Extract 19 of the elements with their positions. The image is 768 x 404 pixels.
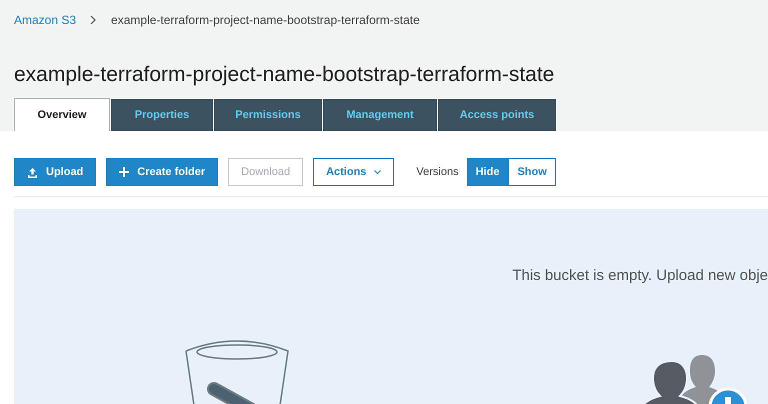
- plus-icon: [119, 167, 130, 177]
- upload-button[interactable]: Upload: [14, 158, 96, 186]
- versions-label: Versions: [416, 166, 459, 178]
- breadcrumb-current: example-terraform-project-name-bootstrap-terraform-state: [111, 13, 420, 27]
- chevron-right-icon: [90, 15, 98, 25]
- upload-icon: [27, 166, 38, 178]
- breadcrumb-link[interactable]: Amazon S3: [14, 13, 76, 27]
- create-folder-button[interactable]: Create folder: [106, 158, 218, 186]
- tab[interactable]: Overview: [14, 98, 110, 131]
- actions-dropdown-button[interactable]: Actions: [313, 158, 394, 186]
- empty-message: This bucket is empty. Upload new obje: [512, 267, 768, 284]
- toggle-option[interactable]: Hide: [466, 158, 508, 186]
- tab[interactable]: Management: [323, 99, 437, 131]
- caret-icon: [374, 170, 382, 174]
- tab[interactable]: Permissions: [214, 99, 322, 131]
- bucket-title: example-terraform-project-name-bootstrap-terraform-state: [14, 62, 554, 88]
- toggle-option[interactable]: Show: [508, 158, 556, 186]
- tab[interactable]: Properties: [111, 99, 213, 131]
- tab[interactable]: Access points: [438, 99, 556, 131]
